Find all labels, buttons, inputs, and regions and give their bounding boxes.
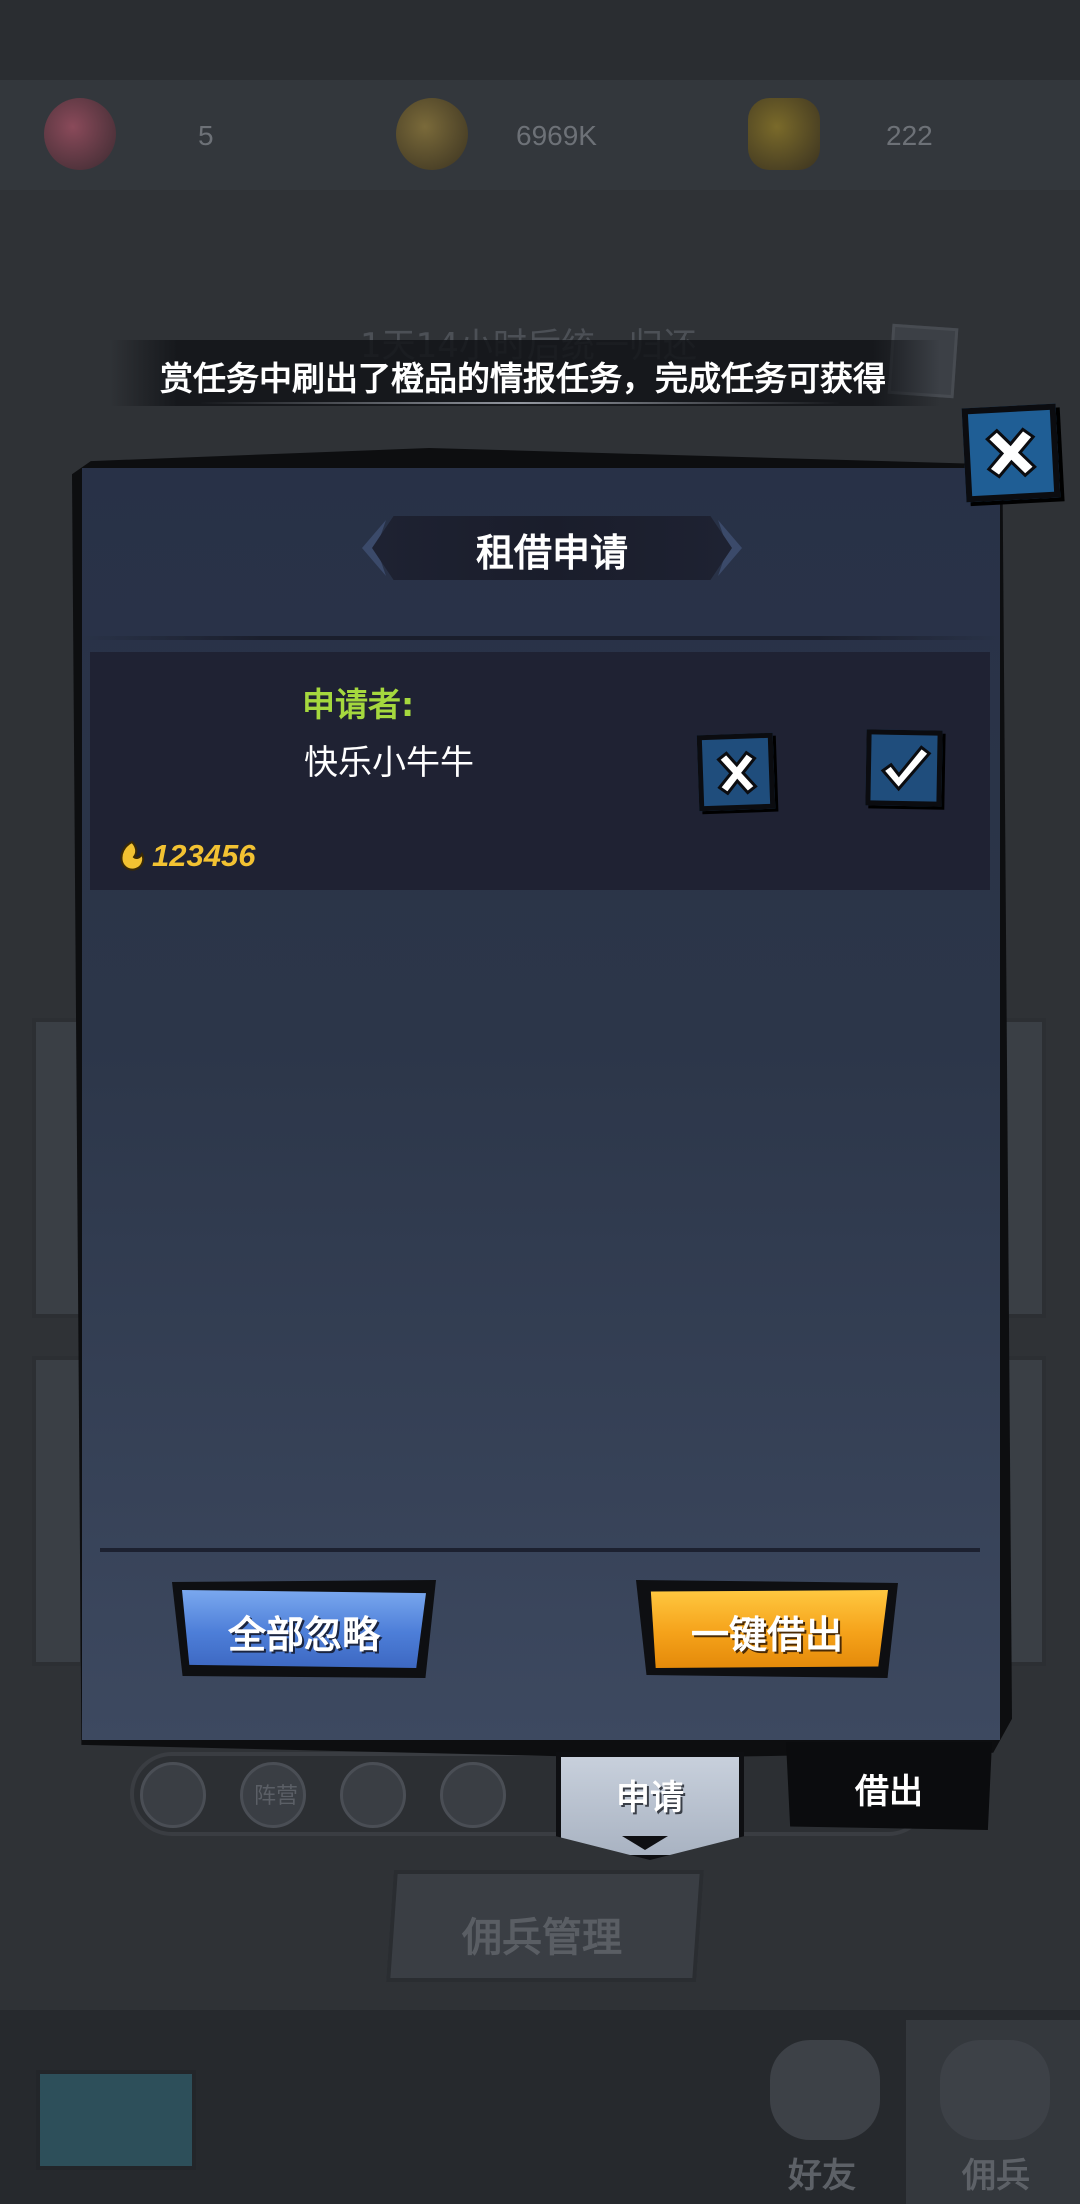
background-hero-card (32, 1018, 84, 1318)
reject-request-button[interactable] (696, 732, 776, 812)
ignore-all-label[interactable]: 全部忽略 (182, 1604, 426, 1659)
background-filter-icon (340, 1762, 406, 1828)
background-filter-icon (140, 1762, 206, 1828)
background-filter-icon (440, 1762, 506, 1828)
gold-key-icon (748, 98, 820, 170)
resource-value-hearts: 5 (198, 120, 214, 151)
tab-lend-label[interactable]: 借出 (786, 1764, 992, 1813)
cross-icon (716, 750, 758, 796)
heart-stone-icon (44, 98, 116, 170)
gold-coin-icon (396, 98, 468, 170)
checkmark-icon (880, 745, 932, 792)
scrolling-notice: 赏任务中刷出了橙品的情报任务，完成任务可获得 (110, 340, 940, 406)
back-arrow-icon (36, 2070, 196, 2170)
notice-text: 赏任务中刷出了橙品的情报任务，完成任务可获得 (160, 359, 886, 398)
group-people-icon (940, 2040, 1050, 2140)
tab-apply-label[interactable]: 申请 (556, 1770, 744, 1819)
dialog-footer-divider (100, 1548, 980, 1552)
applicant-name: 快乐小牛牛 (304, 743, 474, 783)
dialog-title: 租借申请 (475, 531, 628, 575)
background-hero-card (32, 1356, 84, 1666)
resource-value-gold: 6969K (516, 120, 597, 151)
close-button[interactable] (961, 403, 1061, 503)
power-score-icon (120, 840, 145, 871)
nav-mercenary-label: 佣兵 (962, 2156, 1030, 2196)
mercenary-manage-label: 佣兵管理 (462, 1915, 622, 1961)
nav-friends-label: 好友 (788, 2156, 856, 2196)
lend-all-label[interactable]: 一键借出 (646, 1604, 888, 1659)
resource-value-keys: 222 (886, 120, 933, 151)
title-divider (82, 636, 1000, 640)
handshake-icon (770, 2040, 880, 2140)
applicant-power-score: 123456 (152, 838, 256, 873)
notice-underline (200, 402, 840, 404)
applicant-label: 申请者: (302, 685, 415, 724)
status-bar-area (0, 0, 1080, 80)
accept-request-button[interactable] (865, 729, 943, 807)
close-icon (985, 427, 1037, 479)
background-filter-label: 阵营 (254, 1784, 299, 1809)
